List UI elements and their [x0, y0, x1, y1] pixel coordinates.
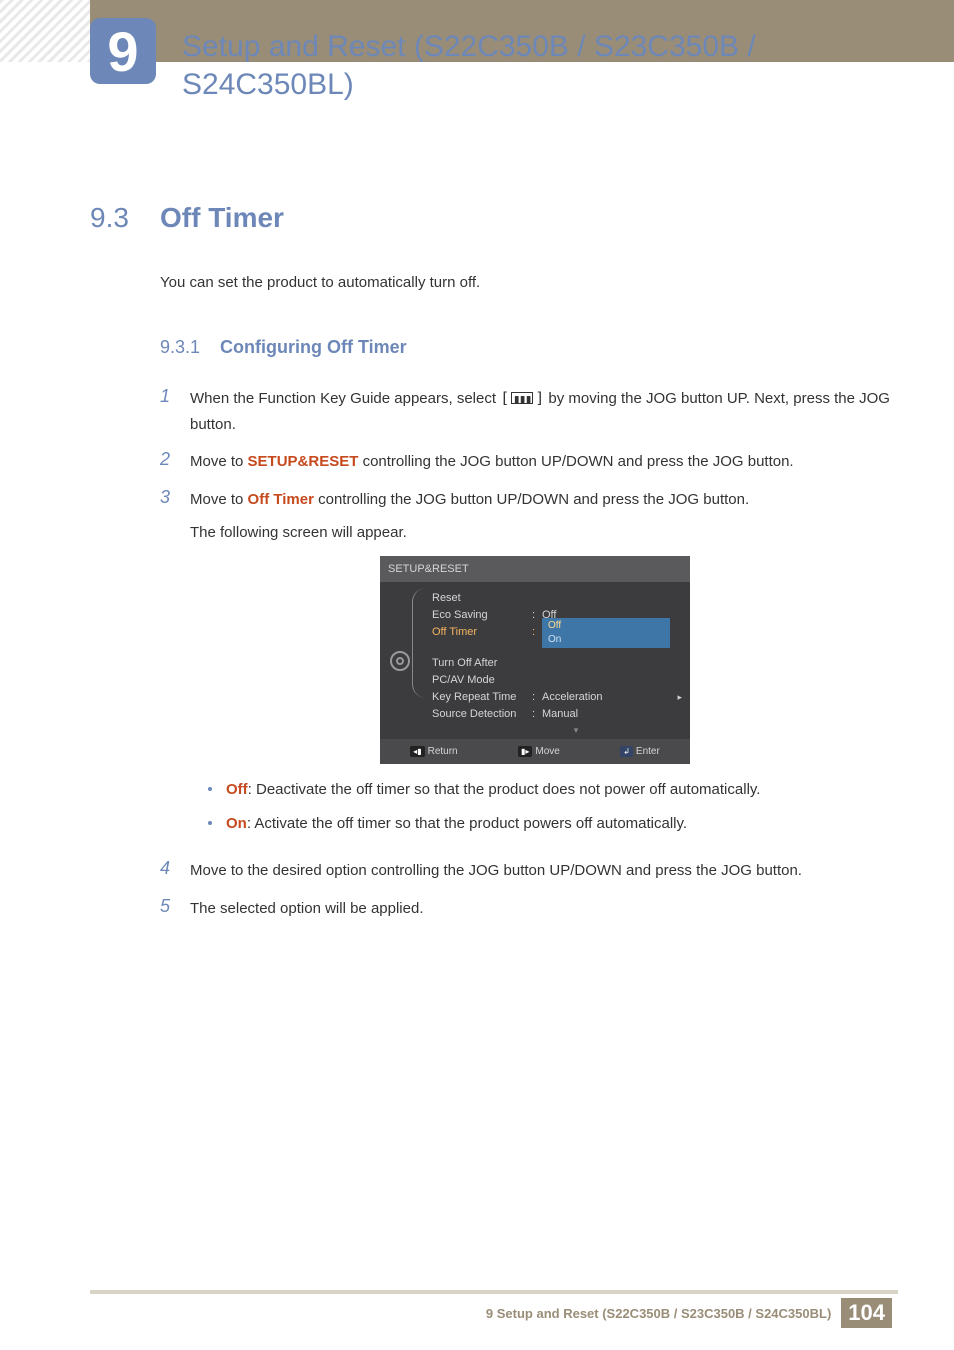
osd-item-value: Manual — [542, 705, 690, 724]
corner-hatch — [0, 0, 90, 62]
step-text: The selected option will be applied. — [190, 896, 423, 922]
bullet-text: : Deactivate the off timer so that the p… — [248, 781, 761, 798]
step: 3 Move to Off Timer controlling the JOG … — [160, 487, 954, 847]
section-intro: You can set the product to automatically… — [160, 274, 954, 291]
footer-chapter-text: 9 Setup and Reset (S22C350B / S23C350B /… — [486, 1306, 831, 1321]
chevron-down-icon: ▾ — [462, 723, 690, 735]
osd-title: SETUP&RESET — [380, 556, 690, 583]
osd-dropdown-option: On — [546, 633, 666, 647]
page-number: 104 — [841, 1298, 892, 1328]
step-text: Move to the desired option controlling t… — [190, 858, 802, 884]
bullet-highlight: Off — [226, 781, 248, 798]
step: 2 Move to SETUP&RESET controlling the JO… — [160, 449, 954, 475]
step-text: Move to — [190, 491, 248, 508]
section-title: Off Timer — [160, 202, 284, 234]
osd-item-label: Eco Saving — [432, 606, 532, 625]
osd-dropdown: Off On — [542, 618, 670, 648]
chapter-number-box: 9 — [90, 18, 156, 84]
move-key-icon: ▮▸ — [518, 746, 532, 757]
osd-item-label: Source Detection — [432, 705, 532, 724]
step-number: 4 — [160, 858, 190, 884]
osd-screenshot: SETUP&RESET Reset Eco Saving:Off Off Tim… — [380, 556, 690, 765]
step-text: controlling the JOG button UP/DOWN and p… — [318, 491, 749, 508]
gear-icon — [390, 651, 410, 671]
bullet-icon — [208, 821, 212, 825]
osd-item-label: Reset — [432, 589, 532, 608]
chapter-title: Setup and Reset (S22C350B / S23C350B / S… — [182, 28, 894, 103]
step-text: Move to — [190, 453, 248, 470]
step-highlight: SETUP&RESET — [248, 453, 359, 470]
osd-dropdown-option: Off — [546, 619, 666, 633]
osd-footer-enter: Enter — [636, 743, 660, 760]
bullet-highlight: On — [226, 815, 247, 832]
osd-footer: ◂▮ Return ▮▸Move ↲Enter — [380, 739, 690, 764]
step-highlight: Off Timer — [248, 491, 314, 508]
step: 5 The selected option will be applied. — [160, 896, 954, 922]
return-key-icon: ◂▮ — [410, 746, 424, 757]
step-number: 2 — [160, 449, 190, 475]
osd-footer-return: Return — [428, 743, 458, 760]
chevron-right-icon: ▸ — [677, 690, 682, 705]
subsection-title: Configuring Off Timer — [220, 337, 407, 358]
step-text: controlling the JOG button UP/DOWN and p… — [363, 453, 794, 470]
step-number: 5 — [160, 896, 190, 922]
osd-item-label: Key Repeat Time — [432, 688, 532, 707]
step-number: 1 — [160, 386, 190, 437]
step-text: The following screen will appear. — [190, 524, 407, 541]
osd-item-label: PC/AV Mode — [432, 671, 532, 690]
step: 1 When the Function Key Guide appears, s… — [160, 386, 954, 437]
osd-item-label: Turn Off After — [432, 654, 532, 673]
curve-decor — [412, 588, 428, 698]
osd-item-value: Acceleration — [542, 688, 690, 707]
bullet-text: : Activate the off timer so that the pro… — [247, 815, 687, 832]
bullet-icon — [208, 787, 212, 791]
osd-footer-move: Move — [535, 743, 559, 760]
step-text: When the Function Key Guide appears, sel… — [190, 390, 500, 407]
step-number: 3 — [160, 487, 190, 847]
footer-divider — [90, 1290, 898, 1294]
step: 4 Move to the desired option controlling… — [160, 858, 954, 884]
osd-item-label: Off Timer — [432, 623, 532, 642]
menu-icon — [511, 392, 533, 404]
section-number: 9.3 — [90, 202, 160, 234]
subsection-number: 9.3.1 — [160, 337, 220, 358]
enter-key-icon: ↲ — [620, 746, 633, 757]
